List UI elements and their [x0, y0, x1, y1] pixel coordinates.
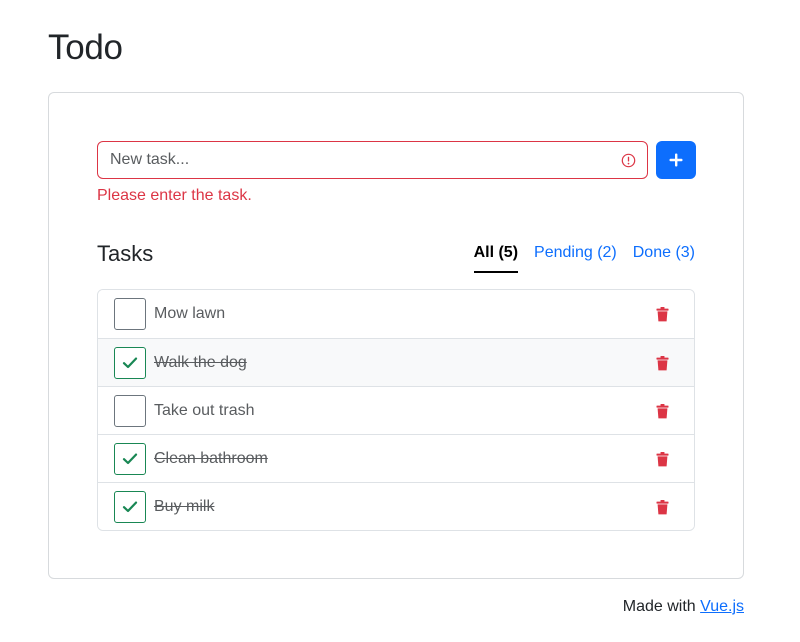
new-task-input[interactable] [98, 142, 647, 178]
page-title: Todo [48, 28, 123, 67]
new-task-field [97, 141, 648, 179]
trash-icon[interactable] [654, 450, 670, 468]
tab-pending[interactable]: Pending (2) [534, 241, 617, 273]
task-checkbox[interactable] [114, 298, 146, 330]
trash-icon[interactable] [654, 402, 670, 420]
task-checkbox[interactable] [114, 347, 146, 379]
trash-icon[interactable] [654, 305, 670, 323]
check-icon [122, 356, 138, 370]
task-checkbox[interactable] [114, 395, 146, 427]
check-icon [122, 452, 138, 466]
tab-all[interactable]: All (5) [473, 241, 519, 273]
check-icon [122, 500, 138, 514]
exclamation-circle-icon [621, 153, 636, 168]
task-error-message: Please enter the task. [97, 187, 252, 204]
task-checkbox[interactable] [114, 443, 146, 475]
task-checkbox[interactable] [114, 491, 146, 523]
todo-card: Please enter the task. Tasks All (5) Pen… [48, 92, 744, 579]
task-row: Mow lawn [98, 290, 694, 338]
task-label: Clean bathroom [154, 450, 268, 467]
task-row: Buy milk [98, 482, 694, 530]
plus-icon [668, 152, 684, 168]
vuejs-link[interactable]: Vue.js [700, 598, 744, 615]
tab-done[interactable]: Done (3) [633, 241, 695, 273]
filter-tabs: All (5) Pending (2) Done (3) [473, 241, 695, 273]
footer: Made with Vue.js [623, 597, 744, 617]
task-label: Walk the dog [154, 354, 247, 371]
trash-icon[interactable] [654, 498, 670, 516]
task-label: Mow lawn [154, 305, 226, 322]
task-row: Take out trash [98, 386, 694, 434]
task-list: Mow lawn Walk the dog Take out trash Cle… [97, 289, 695, 531]
trash-icon[interactable] [654, 354, 670, 372]
add-task-button[interactable] [656, 141, 696, 179]
footer-text: Made with [622, 598, 696, 615]
task-label: Take out trash [154, 402, 255, 419]
tasks-heading: Tasks [97, 241, 154, 266]
task-label: Buy milk [154, 498, 215, 515]
task-row: Clean bathroom [98, 434, 694, 482]
task-row: Walk the dog [98, 338, 694, 386]
